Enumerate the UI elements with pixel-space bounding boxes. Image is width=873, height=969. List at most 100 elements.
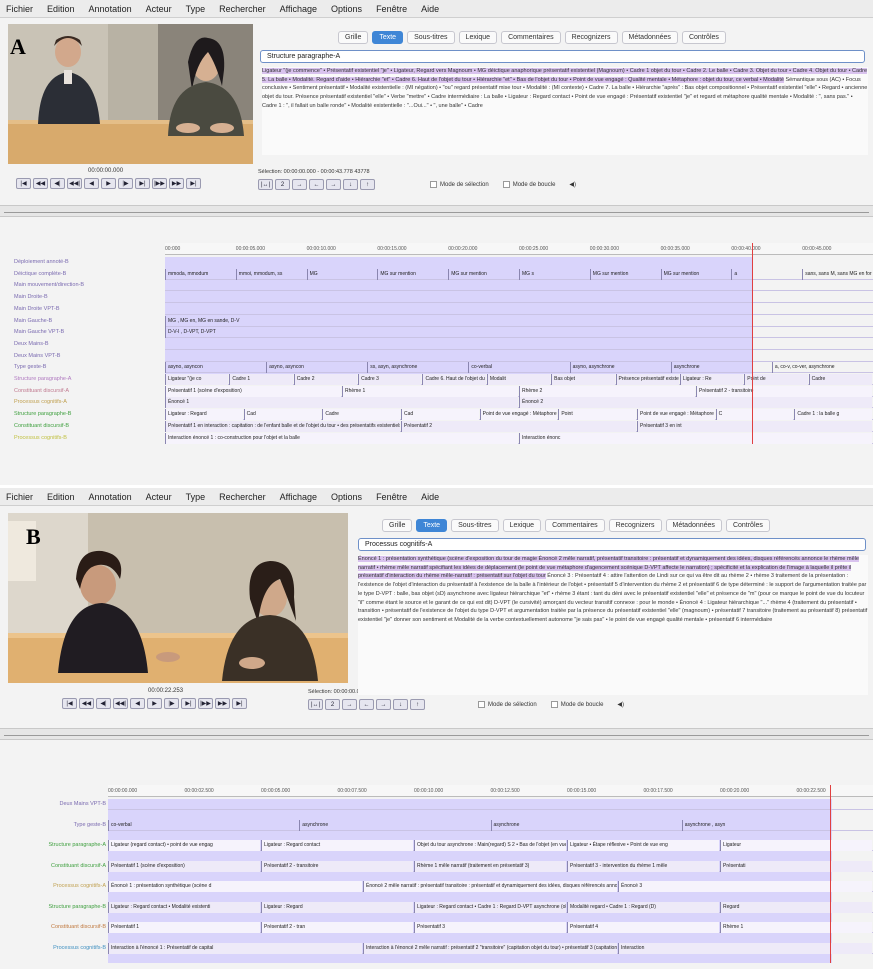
tier-label[interactable]: Type geste-B — [2, 820, 106, 831]
annotation-segment[interactable]: Présentatif 1 (scène d'exposition) — [108, 860, 260, 872]
menu-item-7[interactable]: Options — [331, 4, 362, 14]
tier-label[interactable]: Constituant discursif-A — [2, 861, 106, 872]
annotation-segment[interactable]: Point — [558, 409, 636, 421]
controls-button-9[interactable]: ▶▶ — [169, 178, 184, 189]
selection-mode-checkbox[interactable]: Mode de sélection — [430, 181, 489, 188]
annotation-segment[interactable]: Ligateur : Regard contact • Modalité exi… — [108, 901, 260, 913]
tier-select[interactable]: Processus cognitifs-A — [358, 538, 866, 551]
annotation-segment[interactable]: Cadre 3 — [358, 374, 422, 385]
controls2-button-2[interactable]: → — [292, 179, 307, 190]
tier-label[interactable]: Déictique complète-B — [14, 269, 163, 280]
annotation-segment[interactable]: Cad — [401, 409, 479, 421]
annotation-segment[interactable]: Présentatif 2 - transitoire — [696, 385, 872, 397]
annotation-segment[interactable]: Présentatif 4 — [567, 922, 719, 933]
controls2-button-0[interactable]: |↔| — [258, 179, 273, 190]
selection-mode-checkbox[interactable]: Mode de sélection — [478, 701, 537, 708]
controls2-button-4[interactable]: → — [376, 699, 391, 710]
annotation-segment[interactable]: Rhème 1 — [720, 922, 872, 933]
menu-item-0[interactable]: Fichier — [6, 492, 33, 502]
controls2-button-6[interactable]: ↑ — [360, 179, 375, 190]
annotation-segment[interactable]: asynchrone — [299, 819, 489, 831]
annotation-segment[interactable]: Présence présentatif existentiel "elle" — [615, 374, 679, 385]
tab-5[interactable]: Recognizers — [564, 31, 618, 44]
tab-7[interactable]: Contrôles — [681, 31, 726, 44]
tier-label[interactable]: Processus cognitifs-A — [2, 881, 106, 892]
tab-3[interactable]: Lexique — [458, 31, 498, 44]
annotation-segment[interactable]: MG sur mention — [377, 268, 447, 280]
controls-button-9[interactable]: ▶▶ — [215, 698, 230, 709]
tier-label[interactable]: Constituant discursif-B — [14, 421, 163, 432]
annotation-segment[interactable]: Présentatif 2 — [401, 420, 636, 432]
annotation-segment[interactable]: Point de vue engagé : Métaphore attentio… — [637, 409, 715, 421]
annotation-segment[interactable]: Rhème 1 — [342, 385, 518, 397]
controls2-button-1[interactable]: 2 — [325, 699, 340, 710]
menu-item-2[interactable]: Annotation — [89, 492, 132, 502]
annotation-segment[interactable]: Ligateur — [720, 840, 872, 851]
loop-mode-checkbox[interactable]: Mode de boucle — [550, 701, 603, 708]
annotation-segment[interactable]: Présentatif 2 - transitoire — [261, 860, 413, 872]
annotation-segment[interactable]: sans, sans M, sans MG en forme — [802, 268, 872, 280]
controls-button-3[interactable]: ◀◀| — [113, 698, 128, 709]
controls-button-10[interactable]: ▶| — [232, 698, 247, 709]
timeline-scrollbar[interactable] — [0, 205, 873, 217]
annotation-segment[interactable]: Ligateur : Regard — [261, 901, 413, 913]
controls-button-1[interactable]: ◀◀ — [79, 698, 94, 709]
annotation-segment[interactable]: Interaction énonc — [519, 432, 872, 444]
tier-label[interactable]: Structure paragraphe-A — [14, 374, 163, 385]
annotation-segment[interactable]: Modalité regard • Cadre 1 : Regard (D) — [567, 901, 719, 913]
controls-button-8[interactable]: |▶▶ — [152, 178, 167, 189]
controls-button-4[interactable]: ◀ — [130, 698, 145, 709]
controls2-button-0[interactable]: |↔| — [308, 699, 323, 710]
menu-item-8[interactable]: Fenêtre — [376, 4, 407, 14]
menu-item-8[interactable]: Fenêtre — [376, 492, 407, 502]
tab-4[interactable]: Commentaires — [545, 519, 605, 532]
annotation-segment[interactable]: Interaction — [618, 942, 872, 954]
annotation-segment[interactable]: Présentatif 2 - tran — [261, 922, 413, 933]
menu-item-4[interactable]: Type — [186, 4, 206, 14]
annotation-segment[interactable]: MG — [306, 268, 377, 280]
controls-button-0[interactable]: |◀ — [16, 178, 31, 189]
annotation-segment[interactable]: Interaction énoncé 1 : co-construction p… — [165, 432, 518, 444]
controls-button-2[interactable]: ◀| — [96, 698, 111, 709]
controls-button-6[interactable]: |▶ — [164, 698, 179, 709]
tier-label[interactable]: Déploiement annoté-B — [14, 257, 163, 268]
annotation-segment[interactable]: co-verbal — [108, 819, 298, 831]
tier-label[interactable]: Main Gauche VPT-B — [14, 327, 163, 338]
annotation-segment[interactable]: asynchrone — [490, 819, 681, 831]
tab-2[interactable]: Sous-titres — [451, 519, 499, 532]
menu-item-5[interactable]: Rechercher — [219, 492, 266, 502]
tier-select[interactable]: Structure paragraphe-A — [260, 50, 865, 63]
annotation-segment[interactable]: asyno, asyncon — [165, 362, 265, 374]
loop-mode-checkbox[interactable]: Mode de boucle — [502, 181, 555, 188]
annotation-segment[interactable]: Présentatif 1 — [108, 922, 260, 933]
annotation-segment[interactable]: C — [715, 409, 794, 421]
controls2-button-3[interactable]: ← — [359, 699, 374, 710]
tab-0[interactable]: Grille — [338, 31, 369, 44]
annotation-segment[interactable]: mmoda, mmodum — [165, 268, 235, 280]
tier-label[interactable]: Processus cognitifs-B — [2, 943, 106, 954]
annotation-segment[interactable]: Point de vue engagé : Métaphore attentio… — [479, 409, 558, 421]
controls-button-10[interactable]: ▶| — [186, 178, 201, 189]
annotation-segment[interactable]: Ligateur • Étape réflexive • Point de vu… — [567, 840, 719, 851]
annotation-segment[interactable]: Cad — [243, 409, 322, 421]
controls2-button-4[interactable]: → — [326, 179, 341, 190]
tier-label[interactable]: Type geste-B — [14, 362, 163, 373]
controls2-button-3[interactable]: ← — [309, 179, 324, 190]
menu-item-9[interactable]: Aide — [421, 492, 439, 502]
controls-button-7[interactable]: ▶| — [181, 698, 196, 709]
tier-label[interactable]: Deux Mains-B — [14, 339, 163, 350]
annotation-segment[interactable]: MG , MG en, MG en sande, D-V — [165, 315, 872, 327]
annotation-segment[interactable]: MG s — [519, 268, 589, 280]
annotation-segment[interactable]: Cadre — [322, 409, 400, 421]
tab-1[interactable]: Texte — [416, 519, 448, 532]
tier-label[interactable]: Structure paragraphe-B — [2, 902, 106, 913]
annotation-segment[interactable]: Énoncé 3 — [618, 881, 872, 892]
menu-item-1[interactable]: Edition — [47, 4, 75, 14]
annotation-segment[interactable]: Énoncé 2 — [519, 397, 872, 409]
menu-item-7[interactable]: Options — [331, 492, 362, 502]
annotation-segment[interactable]: Énoncé 2 mêle narratif : présentatif tra… — [363, 881, 617, 892]
menu-item-0[interactable]: Fichier — [6, 4, 33, 14]
annotation-segment[interactable]: Interaction à l'énoncé 2 mêle narratif :… — [363, 942, 617, 954]
controls2-button-6[interactable]: ↑ — [410, 699, 425, 710]
volume-icon[interactable]: ◀) — [617, 701, 624, 708]
